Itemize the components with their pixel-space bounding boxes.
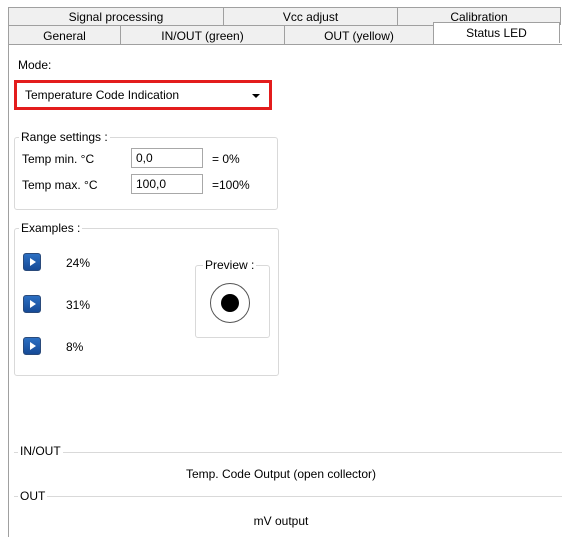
- mode-select-value: Temperature Code Indication: [25, 88, 180, 102]
- preview-legend: Preview :: [203, 258, 257, 272]
- example-3-label: 8%: [66, 340, 84, 354]
- inout-value: Temp. Code Output (open collector): [185, 467, 377, 481]
- inout-divider: [14, 452, 562, 453]
- temp-max-suffix: =100%: [212, 178, 250, 192]
- out-legend: OUT: [18, 489, 48, 503]
- play-example-3-button[interactable]: [23, 337, 41, 355]
- example-1-label: 24%: [66, 256, 91, 270]
- temp-min-label: Temp min. °C: [22, 152, 95, 166]
- tab-in-out-green[interactable]: IN/OUT (green): [120, 25, 285, 45]
- example-2-label: 31%: [66, 298, 91, 312]
- range-legend: Range settings :: [19, 130, 110, 144]
- temp-min-suffix: = 0%: [212, 152, 240, 166]
- tab-row-front: General IN/OUT (green) OUT (yellow) Stat…: [8, 22, 562, 45]
- led-dot: [221, 294, 239, 312]
- tab-general[interactable]: General: [8, 25, 121, 45]
- inout-legend: IN/OUT: [18, 444, 63, 458]
- out-divider: [14, 496, 562, 497]
- mode-select[interactable]: Temperature Code Indication: [14, 80, 272, 110]
- mode-legend: Mode:: [16, 58, 54, 72]
- play-example-2-button[interactable]: [23, 295, 41, 313]
- temp-max-label: Temp max. °C: [22, 178, 98, 192]
- out-value: mV output: [253, 514, 309, 528]
- tab-status-led[interactable]: Status LED: [433, 22, 560, 43]
- chevron-down-icon: [252, 94, 260, 98]
- tab-signal-processing[interactable]: Signal processing: [8, 7, 224, 25]
- temp-max-input[interactable]: [131, 174, 203, 194]
- examples-legend: Examples :: [19, 221, 83, 235]
- tab-out-yellow[interactable]: OUT (yellow): [284, 25, 434, 45]
- play-example-1-button[interactable]: [23, 253, 41, 271]
- temp-min-input[interactable]: [131, 148, 203, 168]
- tab-vcc-adjust[interactable]: Vcc adjust: [223, 7, 398, 25]
- led-preview-icon: [210, 283, 250, 323]
